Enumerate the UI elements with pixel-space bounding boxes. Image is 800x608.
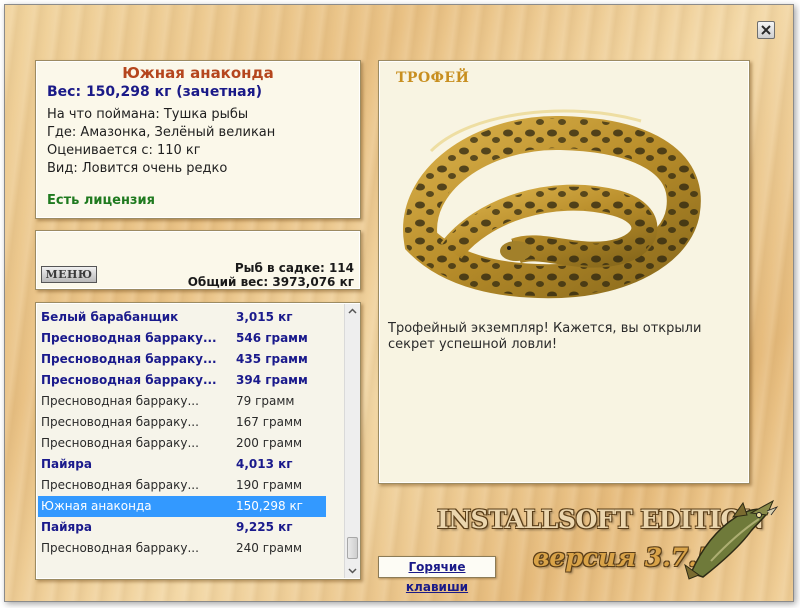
chevron-down-icon	[348, 568, 357, 574]
license-status: Есть лицензия	[47, 193, 155, 208]
species-rarity: Вид: Ловится очень редко	[47, 161, 228, 176]
trophy-description: Трофейный экземпляр! Кажется, вы открыли…	[388, 321, 702, 352]
list-item[interactable]: Пресноводная барраку... 190 грамм	[38, 475, 326, 496]
list-scrollbar[interactable]	[344, 304, 360, 578]
game-window: Южная анаконда Вес: 150,298 кг (зачетная…	[4, 4, 794, 602]
list-item[interactable]: Белый барабанщик 3,015 кг	[38, 307, 326, 328]
hotkeys-button[interactable]: Горячие клавиши	[378, 556, 496, 594]
trophy-panel: ТРОФЕЙ Трофейный экземпляр! Кажется, вы …	[378, 60, 750, 484]
list-item[interactable]: Пресноводная барраку... 79 грамм	[38, 391, 326, 412]
chevron-up-icon	[348, 308, 357, 314]
valued-from: Оценивается с: 110 кг	[47, 143, 201, 158]
trophy-title: ТРОФЕЙ	[396, 70, 470, 86]
scroll-down-button[interactable]	[345, 563, 360, 578]
anaconda-image	[403, 109, 701, 299]
list-item[interactable]: Пресноводная барраку... 240 грамм	[38, 538, 326, 559]
pike-fish-icon	[684, 499, 779, 580]
fish-info-panel: Южная анаконда Вес: 150,298 кг (зачетная…	[35, 60, 361, 219]
fish-weight: Вес: 150,298 кг (зачетная)	[47, 84, 262, 100]
list-item[interactable]: Пресноводная барраку... 394 грамм	[38, 370, 326, 391]
list-item[interactable]: Пресноводная барраку... 200 грамм	[38, 433, 326, 454]
list-item[interactable]: Пайяра 4,013 кг	[38, 454, 326, 475]
stats-panel: МЕНЮ Рыб в садке: 114 Общий вес: 3973,07…	[35, 230, 361, 290]
fish-count: Рыб в садке: 114	[234, 261, 354, 275]
close-button[interactable]	[757, 21, 775, 39]
fish-name: Южная анаконда	[122, 64, 274, 82]
list-item[interactable]: Пайяра 9,225 кг	[38, 517, 326, 538]
caught-where: Где: Амазонка, Зелёный великан	[47, 125, 276, 140]
scroll-thumb[interactable]	[347, 537, 358, 559]
total-weight: Общий вес: 3973,076 кг	[187, 275, 354, 289]
menu-button[interactable]: МЕНЮ	[41, 266, 97, 283]
list-item-selected[interactable]: Южная анаконда 150,298 кг	[38, 496, 326, 517]
list-item[interactable]: Пресноводная барраку... 435 грамм	[38, 349, 326, 370]
list-item[interactable]: Пресноводная барраку... 167 грамм	[38, 412, 326, 433]
list-item[interactable]: Пресноводная барраку... 546 грамм	[38, 328, 326, 349]
scroll-up-button[interactable]	[345, 304, 360, 319]
catch-list[interactable]: Белый барабанщик 3,015 кг Пресноводная б…	[35, 302, 361, 580]
close-icon	[761, 25, 771, 35]
caught-with: На что поймана: Тушка рыбы	[47, 107, 249, 122]
